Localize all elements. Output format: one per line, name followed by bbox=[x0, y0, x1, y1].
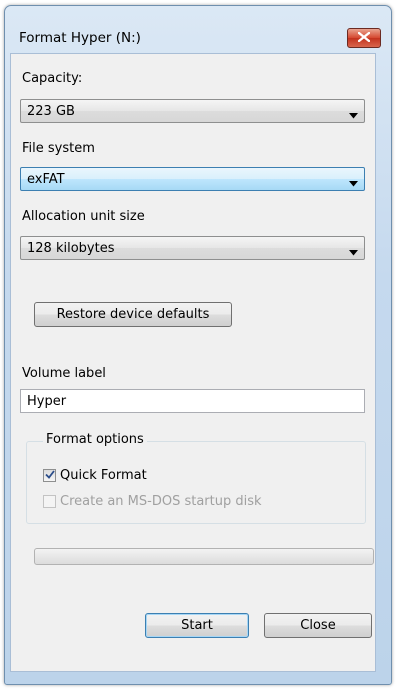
volume-label-value: Hyper bbox=[27, 394, 67, 409]
chevron-down-icon bbox=[349, 108, 358, 123]
window-title: Format Hyper (N:) bbox=[19, 30, 141, 46]
msdos-startup-checkbox[interactable]: Create an MS-DOS startup disk bbox=[43, 494, 262, 509]
format-progress-bar bbox=[34, 548, 374, 565]
allocation-select[interactable]: 128 kilobytes bbox=[20, 236, 365, 260]
quick-format-label: Quick Format bbox=[60, 468, 147, 483]
checkbox-box bbox=[43, 495, 56, 508]
chevron-down-icon bbox=[349, 245, 358, 260]
checkbox-box bbox=[43, 469, 56, 482]
file-system-label: File system bbox=[22, 141, 95, 156]
allocation-label: Allocation unit size bbox=[22, 209, 145, 224]
start-button[interactable]: Start bbox=[145, 613, 249, 638]
volume-label-input[interactable]: Hyper bbox=[20, 389, 365, 413]
capacity-label: Capacity: bbox=[22, 71, 83, 86]
capacity-value: 223 GB bbox=[27, 104, 75, 119]
restore-defaults-button[interactable]: Restore device defaults bbox=[34, 302, 232, 327]
checkmark-icon bbox=[44, 468, 55, 483]
quick-format-checkbox[interactable]: Quick Format bbox=[43, 468, 147, 483]
file-system-value: exFAT bbox=[27, 172, 65, 187]
close-x-icon bbox=[357, 31, 371, 46]
format-options-title: Format options bbox=[43, 432, 147, 447]
file-system-select[interactable]: exFAT bbox=[20, 167, 365, 191]
msdos-startup-label: Create an MS-DOS startup disk bbox=[60, 494, 262, 509]
allocation-value: 128 kilobytes bbox=[27, 241, 115, 256]
capacity-select[interactable]: 223 GB bbox=[20, 99, 365, 123]
close-button[interactable]: Close bbox=[264, 613, 372, 638]
window-close-button[interactable] bbox=[347, 28, 381, 48]
chevron-down-icon bbox=[349, 176, 358, 191]
volume-label-label: Volume label bbox=[22, 366, 106, 381]
